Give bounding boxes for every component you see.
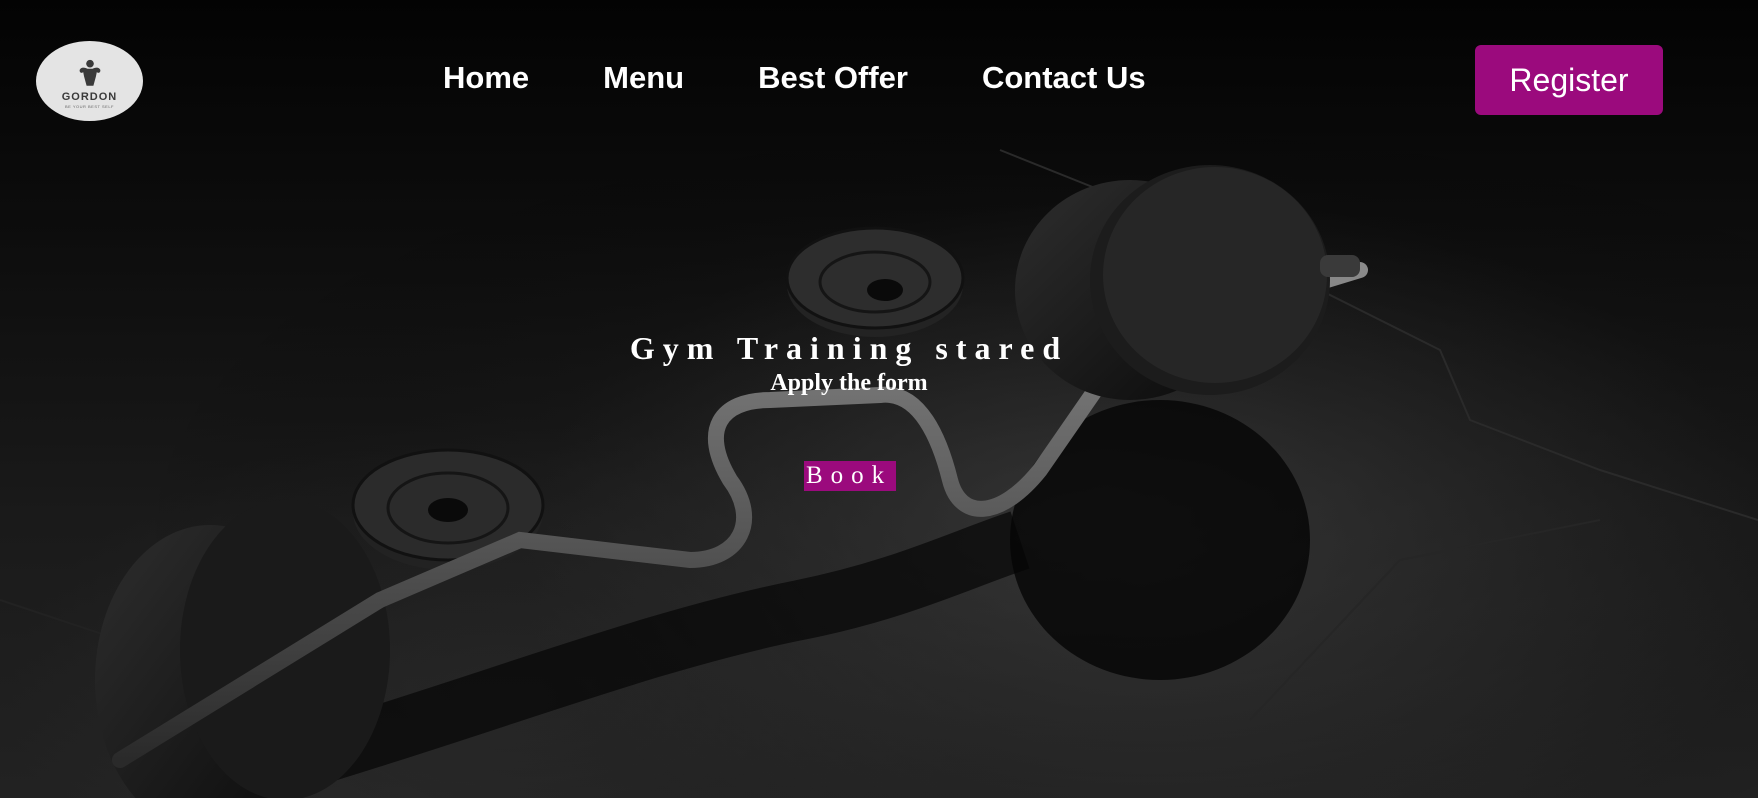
nav-best-offer-link[interactable]: Best Offer	[758, 60, 908, 96]
book-button[interactable]: Book	[804, 461, 897, 491]
nav-home-link[interactable]: Home	[443, 60, 529, 96]
gordon-logo[interactable]: GORDON BE YOUR BEST SELF	[36, 41, 143, 121]
hero-subtitle: Apply the form	[770, 370, 928, 396]
main-nav: Home Menu Best Offer Contact Us	[443, 60, 1146, 96]
register-button[interactable]: Register	[1475, 45, 1663, 115]
barbell-hero-image	[0, 0, 1758, 798]
nav-menu-link[interactable]: Menu	[603, 60, 684, 96]
landing-page: GORDON BE YOUR BEST SELF Home Menu Best …	[0, 0, 1758, 798]
hero-title: Gym Training stared	[629, 330, 1069, 366]
bodybuilder-icon	[79, 59, 100, 86]
brand-tagline: BE YOUR BEST SELF	[64, 103, 115, 109]
nav-contact-us-link[interactable]: Contact Us	[982, 60, 1146, 96]
brand-name: GORDON	[61, 90, 118, 103]
